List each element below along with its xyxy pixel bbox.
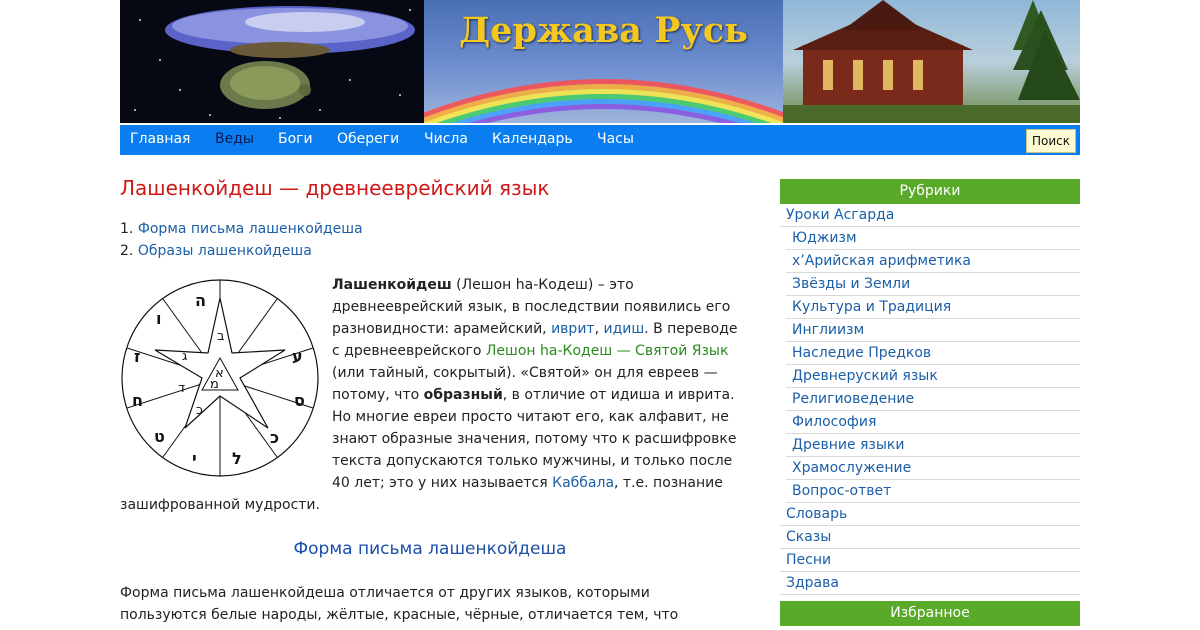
flat-earth-image xyxy=(120,0,424,123)
diagram-letter: ד xyxy=(178,381,185,396)
rainbow-image: Держава Русь xyxy=(424,0,783,123)
diagram-letter: כ xyxy=(270,428,279,447)
article-title: Лашенкойдеш — древнееврейский язык xyxy=(120,176,550,200)
link-ivrit[interactable]: иврит xyxy=(551,321,595,337)
sidebar-item: Храмослужение xyxy=(786,457,1080,480)
letter-wheel-diagram: ה ו ז ח ט י ל כ ס ע ב ג ד כ א מ xyxy=(120,278,324,482)
toc-link-form[interactable]: Форма письма лашенкойдеша xyxy=(138,221,363,237)
sidebar-item: Культура и Традиция xyxy=(786,296,1080,319)
nav-item-numbers[interactable]: Числа xyxy=(424,131,468,147)
diagram-letter: ב xyxy=(217,329,225,344)
diagram-letter: ג xyxy=(182,349,187,364)
diagram-letter: ז xyxy=(134,347,140,366)
sidebar-link[interactable]: Здрава xyxy=(786,575,839,591)
toc-item: 2. Образы лашенкойдеша xyxy=(120,243,312,259)
sidebar-link[interactable]: Храмослужение xyxy=(792,460,911,476)
nav-item-clock[interactable]: Часы xyxy=(597,131,634,147)
diagram-letter: ל xyxy=(232,449,242,468)
diagram-letter: ה xyxy=(195,291,206,310)
nav-item-calendar[interactable]: Календарь xyxy=(492,131,573,147)
sidebar-heading-rubrics: Рубрики xyxy=(780,179,1080,204)
page: Держава Русь Главная Веды Боги Обереги Ч… xyxy=(120,0,1080,626)
toc-link-images[interactable]: Образы лашенкойдеша xyxy=(138,243,312,259)
link-holy-language[interactable]: Лешон hа-Кодеш — Святой Язык xyxy=(486,343,729,359)
nav-item-vedy[interactable]: Веды xyxy=(215,131,254,147)
nav-item-amulets[interactable]: Обереги xyxy=(337,131,399,147)
sidebar-link[interactable]: Песни xyxy=(786,552,831,568)
sidebar-item: Звёзды и Земли xyxy=(786,273,1080,296)
sidebar-item: Словарь xyxy=(780,503,1080,526)
rubrics-list: Уроки Асгарда Юджизм х’Арийская арифметика… xyxy=(780,204,1080,595)
sidebar-link[interactable]: Инглиизм xyxy=(792,322,864,338)
sidebar-item: Древние языки xyxy=(786,434,1080,457)
sidebar-item: Уроки Асгарда xyxy=(780,204,1080,227)
sidebar-item: Здрава xyxy=(780,572,1080,595)
diagram-letter: מ xyxy=(210,377,219,392)
diagram-letter: ע xyxy=(292,347,303,366)
sidebar-link[interactable]: Древние языки xyxy=(792,437,904,453)
toc-item: 1. Форма письма лашенкойдеша xyxy=(120,221,363,237)
sidebar-heading-favorites: Избранное xyxy=(780,601,1080,626)
nav-item-home[interactable]: Главная xyxy=(130,131,190,147)
sidebar-link[interactable]: Словарь xyxy=(786,506,847,522)
sidebar-link[interactable]: Звёзды и Земли xyxy=(792,276,910,292)
sidebar-item: Древнеруский язык xyxy=(786,365,1080,388)
sidebar-link[interactable]: Наследие Предков xyxy=(792,345,931,361)
sidebar-link[interactable]: Уроки Асгарда xyxy=(786,207,894,223)
sidebar-item: х’Арийская арифметика xyxy=(786,250,1080,273)
diagram-letter: ט xyxy=(154,427,165,446)
diagram-letter: ח xyxy=(132,391,143,410)
sidebar-link[interactable]: Юджизм xyxy=(792,230,857,246)
table-of-contents: 1. Форма письма лашенкойдеша 2. Образы л… xyxy=(120,218,363,262)
diagram-letter: י xyxy=(192,449,197,468)
sidebar-link[interactable]: Древнеруский язык xyxy=(792,368,938,384)
sidebar-link[interactable]: Культура и Традиция xyxy=(792,299,951,315)
main-nav: Главная Веды Боги Обереги Числа Календар… xyxy=(120,125,1080,155)
nav-item-gods[interactable]: Боги xyxy=(278,131,313,147)
diagram-letter: ס xyxy=(294,391,305,410)
form-paragraph: Форма письма лашенкойдеша отличается от … xyxy=(120,585,679,623)
sidebar-link[interactable]: Сказы xyxy=(786,529,831,545)
term-bold: Лашенкойдеш xyxy=(332,277,452,293)
sidebar-item: Вопрос-ответ xyxy=(786,480,1080,503)
sidebar-item: Инглиизм xyxy=(786,319,1080,342)
sidebar-item: Наследие Предков xyxy=(786,342,1080,365)
sidebar-link[interactable]: Вопрос-ответ xyxy=(792,483,891,499)
section-heading-form: Форма письма лашенкойдеша xyxy=(293,539,567,559)
sidebar-item: Юджизм xyxy=(786,227,1080,250)
sidebar: Рубрики Уроки Асгарда Юджизм х’Арийская ар… xyxy=(780,179,1080,626)
sidebar-item: Сказы xyxy=(780,526,1080,549)
search-button[interactable]: Поиск xyxy=(1025,129,1076,153)
link-idish[interactable]: идиш xyxy=(603,321,644,337)
diagram-letter: ו xyxy=(156,309,162,328)
sidebar-item: Религиоведение xyxy=(786,388,1080,411)
sidebar-item: Песни xyxy=(780,549,1080,572)
site-title[interactable]: Держава Русь xyxy=(424,10,783,51)
diagram-letter: כ xyxy=(196,403,203,418)
sidebar-link[interactable]: х’Арийская арифметика xyxy=(792,253,971,269)
sidebar-link[interactable]: Философия xyxy=(792,414,876,430)
wooden-temple-image xyxy=(783,0,1080,123)
sidebar-item: Философия xyxy=(786,411,1080,434)
link-kabbala[interactable]: Каббала xyxy=(552,475,614,491)
header-banner: Держава Русь xyxy=(120,0,1080,123)
sidebar-link[interactable]: Религиоведение xyxy=(792,391,914,407)
